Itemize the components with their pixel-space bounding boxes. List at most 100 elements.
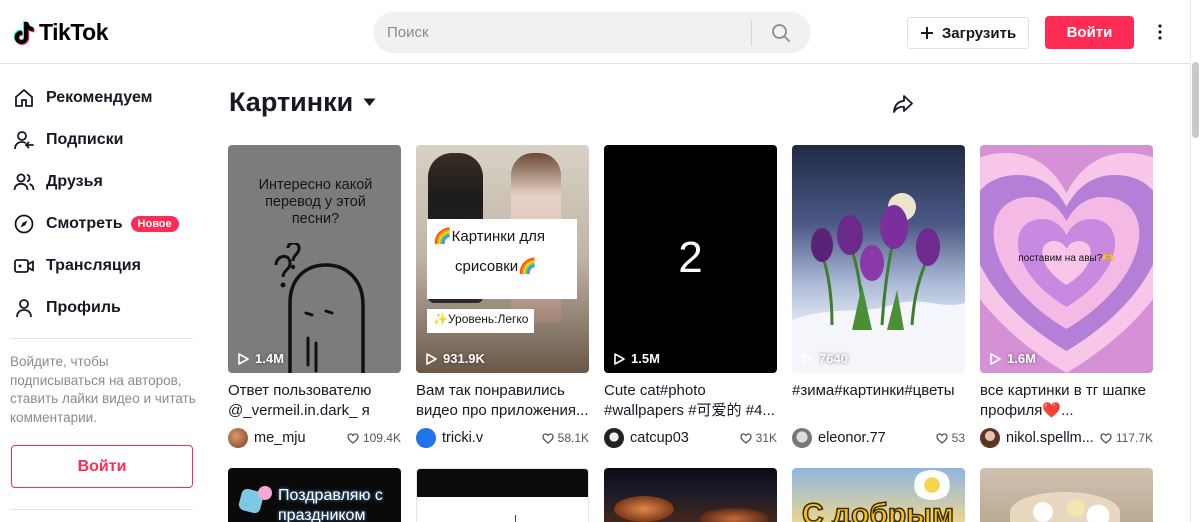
video-card[interactable]: 2 1.5M Cute cat#photo #wallpapers #可爱的 #…: [604, 145, 777, 449]
thumbnail-overlay-text: Интересно какой перевод у этой песни?: [258, 177, 373, 227]
live-icon: [12, 254, 36, 278]
like-count-label: 117.7K: [1115, 431, 1153, 445]
view-count: 1.5M: [614, 351, 660, 366]
video-caption[interactable]: Cute cat#photo #wallpapers #可爱的 #4...: [604, 381, 777, 420]
sidebar-item-friends[interactable]: Друзья: [12, 162, 202, 202]
thumbnail-text-banner: 🌈Картинки для срисовки🌈: [427, 219, 577, 299]
video-card[interactable]: Интересно какой перевод у этой песни? 1.…: [228, 145, 401, 449]
sidebar-divider: [10, 338, 193, 339]
sidebar-item-live[interactable]: Трансляция: [12, 246, 202, 286]
login-button[interactable]: Войти: [1045, 16, 1134, 49]
thumbnail-overlay-text: ✨Уровень:Легко: [427, 309, 535, 333]
like-count: 117.7K: [1100, 431, 1153, 445]
search-input[interactable]: [373, 12, 751, 53]
video-card[interactable]: 7640 #зима#картинки#цветы eleonor.77 53: [792, 145, 965, 449]
like-count: 53: [935, 431, 965, 445]
video-thumbnail[interactable]: поставим на авы?🫶 1.6M: [980, 145, 1153, 373]
play-icon: [802, 352, 813, 365]
login-prompt-text: Войдите, чтобы подписываться на авторов,…: [10, 354, 196, 425]
thumbnail-line: [515, 515, 516, 522]
avatar[interactable]: [980, 428, 1000, 448]
like-count-label: 109.4K: [362, 431, 401, 445]
thumbnail-overlay-text: С добрым: [801, 497, 955, 522]
scrollbar-thumb[interactable]: [1192, 62, 1199, 138]
sidebar-login-button[interactable]: Войти: [11, 445, 193, 488]
video-thumbnail[interactable]: С добрым: [792, 468, 965, 522]
video-thumbnail[interactable]: 🌈Картинки для срисовки🌈 ✨Уровень:Легко 9…: [416, 145, 589, 373]
author-name[interactable]: catcup03: [630, 430, 740, 446]
following-icon: [12, 128, 36, 152]
thumbnail-overlay-text: 🌈Картинки для: [433, 228, 546, 245]
sidebar-item-label: Профиль: [46, 299, 121, 316]
author-name[interactable]: me_mju: [254, 430, 347, 446]
author-name[interactable]: eleonor.77: [818, 430, 928, 446]
video-thumbnail[interactable]: [416, 468, 589, 522]
video-card[interactable]: 🌈Картинки для срисовки🌈 ✨Уровень:Легко 9…: [416, 145, 589, 449]
video-meta: eleonor.77 53: [792, 427, 965, 449]
sidebar-item-profile[interactable]: Профиль: [12, 288, 202, 328]
view-count-label: 1.6M: [1007, 351, 1036, 366]
page-scrollbar[interactable]: [1190, 0, 1200, 522]
like-count: 31K: [739, 431, 777, 445]
video-thumbnail[interactable]: Поздравляю с праздником: [228, 468, 401, 522]
thumbnail-overlay-text: Поздравляю с праздником: [278, 487, 383, 522]
sidebar-item-following[interactable]: Подписки: [12, 120, 202, 160]
video-caption[interactable]: #зима#картинки#цветы: [792, 381, 965, 420]
sidebar-item-label: Друзья: [46, 173, 103, 190]
view-count: 1.4M: [238, 351, 284, 366]
search-button[interactable]: [752, 12, 810, 53]
video-thumbnail[interactable]: 7640: [792, 145, 965, 373]
sidebar-item-label: Трансляция: [46, 257, 141, 274]
sidebar-divider: [10, 509, 193, 510]
video-card[interactable]: поставим на авы?🫶 1.6M все картинки в тг…: [980, 145, 1153, 449]
profile-icon: [12, 296, 36, 320]
video-caption[interactable]: Вам так понравились видео про приложения…: [416, 381, 589, 420]
avatar[interactable]: [416, 428, 436, 448]
avatar[interactable]: [228, 428, 248, 448]
top-bar: TikTok Загрузить Войти: [0, 0, 1190, 64]
view-count: 7640: [802, 351, 848, 366]
avatar[interactable]: [604, 428, 624, 448]
friends-icon: [12, 170, 36, 194]
video-meta: me_mju 109.4K: [228, 427, 401, 449]
view-count-label: 7640: [819, 351, 848, 366]
tiktok-note-icon: [14, 20, 35, 45]
share-icon[interactable]: [891, 92, 915, 116]
sidebar-item-foryou[interactable]: Рекомендуем: [12, 78, 202, 118]
video-meta: nikol.spellm... 117.7K: [980, 427, 1153, 449]
search-icon: [772, 23, 790, 42]
flower-shape: [912, 470, 952, 500]
more-options-button[interactable]: [1150, 20, 1170, 44]
video-caption[interactable]: Ответ пользователю @_vermeil.in.dark_ я …: [228, 381, 401, 420]
avatar[interactable]: [792, 428, 812, 448]
author-name[interactable]: tricki.v: [442, 430, 542, 446]
view-count-label: 931.9K: [443, 351, 485, 366]
caret-down-icon: [363, 98, 376, 106]
compass-icon: [12, 212, 36, 236]
tiktok-logo[interactable]: TikTok: [14, 19, 109, 46]
play-icon: [614, 352, 625, 365]
sidebar-item-label: Рекомендуем: [46, 89, 153, 106]
author-name[interactable]: nikol.spellm...: [1006, 430, 1100, 446]
new-badge: Новое: [130, 216, 179, 232]
heart-icon: [935, 432, 948, 444]
upload-button[interactable]: Загрузить: [907, 17, 1029, 49]
heart-icon: [541, 432, 554, 444]
thumbnail-overlay-text: поставим на авы?🫶: [1018, 253, 1115, 264]
sidebar-item-explore[interactable]: Смотреть Новое: [12, 204, 202, 244]
play-icon: [990, 352, 1001, 365]
page-title[interactable]: Картинки: [229, 87, 376, 118]
video-caption[interactable]: все картинки в тг шапке профиля❤️...: [980, 381, 1153, 420]
thumbnail-dark-region: [417, 469, 588, 497]
sidebar: Рекомендуем Подписки Друзья Смотреть Нов…: [0, 65, 208, 522]
video-thumbnail[interactable]: [980, 468, 1153, 522]
like-count: 109.4K: [347, 431, 401, 445]
video-thumbnail[interactable]: Интересно какой перевод у этой песни? 1.…: [228, 145, 401, 373]
sticker-shape: [258, 486, 272, 500]
vertical-dots-icon: [1158, 24, 1162, 40]
video-thumbnail[interactable]: [604, 468, 777, 522]
video-thumbnail[interactable]: 2 1.5M: [604, 145, 777, 373]
play-icon: [238, 352, 249, 365]
video-meta: catcup03 31K: [604, 427, 777, 449]
cloud-shape: [614, 496, 674, 522]
